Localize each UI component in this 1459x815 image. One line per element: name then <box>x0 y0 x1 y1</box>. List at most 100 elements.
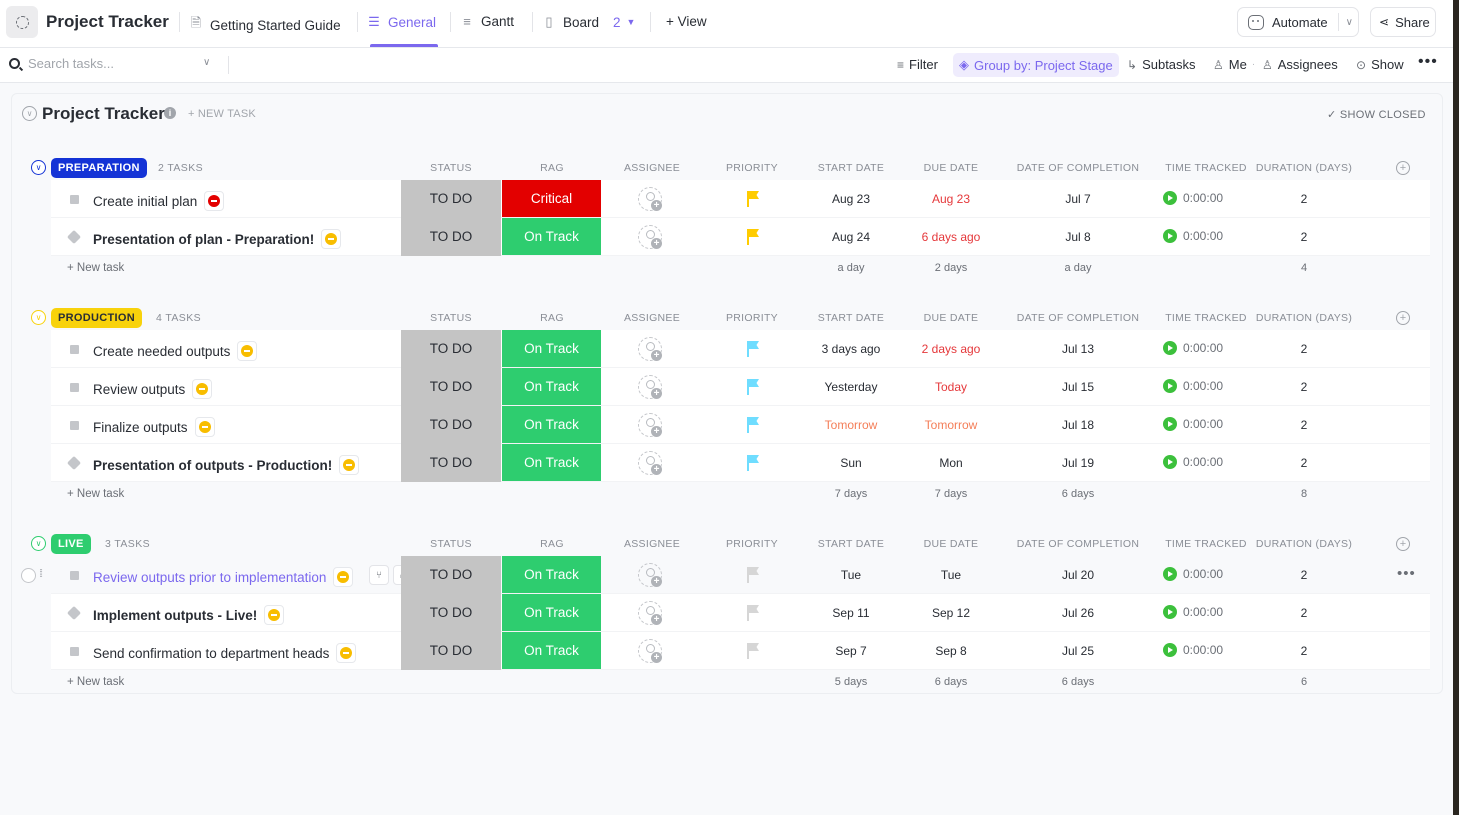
status-cell[interactable]: TO DO <box>401 218 501 256</box>
column-header-time-tracked[interactable]: TIME TRACKED <box>1160 538 1252 550</box>
column-header-assignee[interactable]: ASSIGNEE <box>602 162 702 174</box>
column-header-due-date[interactable]: DUE DATE <box>901 538 1001 550</box>
status-cell[interactable]: TO DO <box>401 556 501 594</box>
show-button[interactable]: ⊙ Show <box>1356 57 1404 72</box>
column-header-duration[interactable]: DURATION (DAYS) <box>1254 162 1354 174</box>
play-timer-icon[interactable] <box>1163 643 1177 657</box>
group-badge[interactable]: LIVE <box>51 534 91 554</box>
collapse-group-icon[interactable]: ∨ <box>31 160 46 175</box>
tab-board[interactable]: ▯ Board 2 ▼ <box>541 14 635 30</box>
time-tracked-cell[interactable]: 0:00:00 <box>1163 455 1223 469</box>
task-name[interactable]: Review outputs <box>93 379 213 399</box>
duration-cell[interactable]: 2 <box>1254 230 1354 244</box>
due-date-cell[interactable]: Sep 12 <box>901 606 1001 620</box>
play-timer-icon[interactable] <box>1163 379 1177 393</box>
duration-cell[interactable]: 2 <box>1254 644 1354 658</box>
rag-cell[interactable]: On Track <box>502 594 601 631</box>
task-status-icon[interactable] <box>70 383 79 392</box>
board-view-count[interactable]: 2 <box>613 15 621 30</box>
due-date-cell[interactable]: Tue <box>901 568 1001 582</box>
start-date-cell[interactable]: Tomorrow <box>801 418 901 432</box>
due-date-cell[interactable]: 6 days ago <box>901 230 1001 244</box>
column-header-time-tracked[interactable]: TIME TRACKED <box>1160 312 1252 324</box>
group-by-button[interactable]: ◈ Group by: Project Stage <box>953 53 1119 77</box>
task-name[interactable]: Finalize outputs <box>93 417 215 437</box>
rag-cell[interactable]: On Track <box>502 444 601 481</box>
select-task-checkbox[interactable] <box>21 568 36 583</box>
status-cell[interactable]: TO DO <box>401 594 501 632</box>
task-status-icon[interactable] <box>70 571 79 580</box>
column-header-status[interactable]: STATUS <box>401 312 501 324</box>
rag-cell[interactable]: On Track <box>502 330 601 367</box>
time-tracked-cell[interactable]: 0:00:00 <box>1163 417 1223 431</box>
priority-status-icon[interactable] <box>336 643 357 663</box>
task-row[interactable]: Implement outputs - Live! TO DOOn Track Se… <box>51 594 1430 632</box>
time-tracked-cell[interactable]: 0:00:00 <box>1163 605 1223 619</box>
search-input[interactable] <box>28 56 198 71</box>
column-header-date-of-completion[interactable]: DATE OF COMPLETION <box>1010 312 1146 324</box>
due-date-cell[interactable]: 2 days ago <box>901 342 1001 356</box>
duration-cell[interactable]: 2 <box>1254 192 1354 206</box>
status-cell[interactable]: TO DO <box>401 368 501 406</box>
share-button[interactable]: ⋖ Share <box>1370 7 1436 37</box>
task-row[interactable]: Finalize outputs TO DOOn Track TomorrowTom… <box>51 406 1430 444</box>
chevron-down-icon[interactable]: ∨ <box>203 57 210 68</box>
filter-button[interactable]: ≡ Filter <box>897 57 938 72</box>
add-assignee-icon[interactable] <box>638 337 662 361</box>
play-timer-icon[interactable] <box>1163 191 1177 205</box>
tab-gantt[interactable]: ≡ Gantt <box>459 14 514 29</box>
play-timer-icon[interactable] <box>1163 341 1177 355</box>
priority-flag-icon[interactable] <box>747 567 759 583</box>
new-task-button[interactable]: + NEW TASK <box>188 108 256 120</box>
add-column-icon[interactable]: + <box>1396 311 1410 325</box>
play-timer-icon[interactable] <box>1163 567 1177 581</box>
group-badge[interactable]: PREPARATION <box>51 158 147 178</box>
column-header-due-date[interactable]: DUE DATE <box>901 312 1001 324</box>
time-tracked-cell[interactable]: 0:00:00 <box>1163 567 1223 581</box>
time-tracked-cell[interactable]: 0:00:00 <box>1163 229 1223 243</box>
rag-cell[interactable]: On Track <box>502 368 601 405</box>
new-task-button[interactable]: + New task <box>67 262 124 274</box>
add-assignee-icon[interactable] <box>638 563 662 587</box>
add-assignee-icon[interactable] <box>638 413 662 437</box>
task-name[interactable]: Presentation of outputs - Production! <box>93 455 360 475</box>
rag-cell[interactable]: On Track <box>502 218 601 255</box>
column-header-date-of-completion[interactable]: DATE OF COMPLETION <box>1010 162 1146 174</box>
info-icon[interactable]: i <box>164 107 176 119</box>
start-date-cell[interactable]: Aug 24 <box>801 230 901 244</box>
completion-date-cell[interactable]: Jul 8 <box>1028 230 1128 244</box>
status-cell[interactable]: TO DO <box>401 180 501 218</box>
priority-flag-icon[interactable] <box>747 379 759 395</box>
task-row[interactable]: Review outputs TO DOOn Track YesterdayToda… <box>51 368 1430 406</box>
duration-cell[interactable]: 2 <box>1254 380 1354 394</box>
completion-date-cell[interactable]: Jul 18 <box>1028 418 1128 432</box>
priority-status-icon[interactable] <box>321 229 342 249</box>
status-cell[interactable]: TO DO <box>401 632 501 670</box>
status-cell[interactable]: TO DO <box>401 406 501 444</box>
priority-flag-icon[interactable] <box>747 191 759 207</box>
chevron-down-icon[interactable]: ∨ <box>1346 17 1353 28</box>
column-header-priority[interactable]: PRIORITY <box>702 538 802 550</box>
collapse-list-icon[interactable]: ∨ <box>22 106 37 121</box>
column-header-rag[interactable]: RAG <box>502 162 602 174</box>
column-header-due-date[interactable]: DUE DATE <box>901 162 1001 174</box>
time-tracked-cell[interactable]: 0:00:00 <box>1163 643 1223 657</box>
group-badge[interactable]: PRODUCTION <box>51 308 142 328</box>
milestone-icon[interactable] <box>66 229 82 245</box>
status-cell[interactable]: TO DO <box>401 330 501 368</box>
priority-flag-icon[interactable] <box>747 341 759 357</box>
add-assignee-icon[interactable] <box>638 639 662 663</box>
priority-status-icon[interactable] <box>264 605 285 625</box>
task-name[interactable]: Implement outputs - Live! <box>93 605 285 625</box>
show-closed-button[interactable]: ✓ SHOW CLOSED <box>1327 108 1426 121</box>
drag-handle-icon[interactable]: ⁞⁞ <box>39 568 43 580</box>
time-tracked-cell[interactable]: 0:00:00 <box>1163 341 1223 355</box>
new-task-button[interactable]: + New task <box>67 676 124 688</box>
completion-date-cell[interactable]: Jul 20 <box>1028 568 1128 582</box>
add-assignee-icon[interactable] <box>638 451 662 475</box>
collapse-group-icon[interactable]: ∨ <box>31 310 46 325</box>
column-header-date-of-completion[interactable]: DATE OF COMPLETION <box>1010 538 1146 550</box>
add-assignee-icon[interactable] <box>638 375 662 399</box>
column-header-status[interactable]: STATUS <box>401 162 501 174</box>
duration-cell[interactable]: 2 <box>1254 342 1354 356</box>
